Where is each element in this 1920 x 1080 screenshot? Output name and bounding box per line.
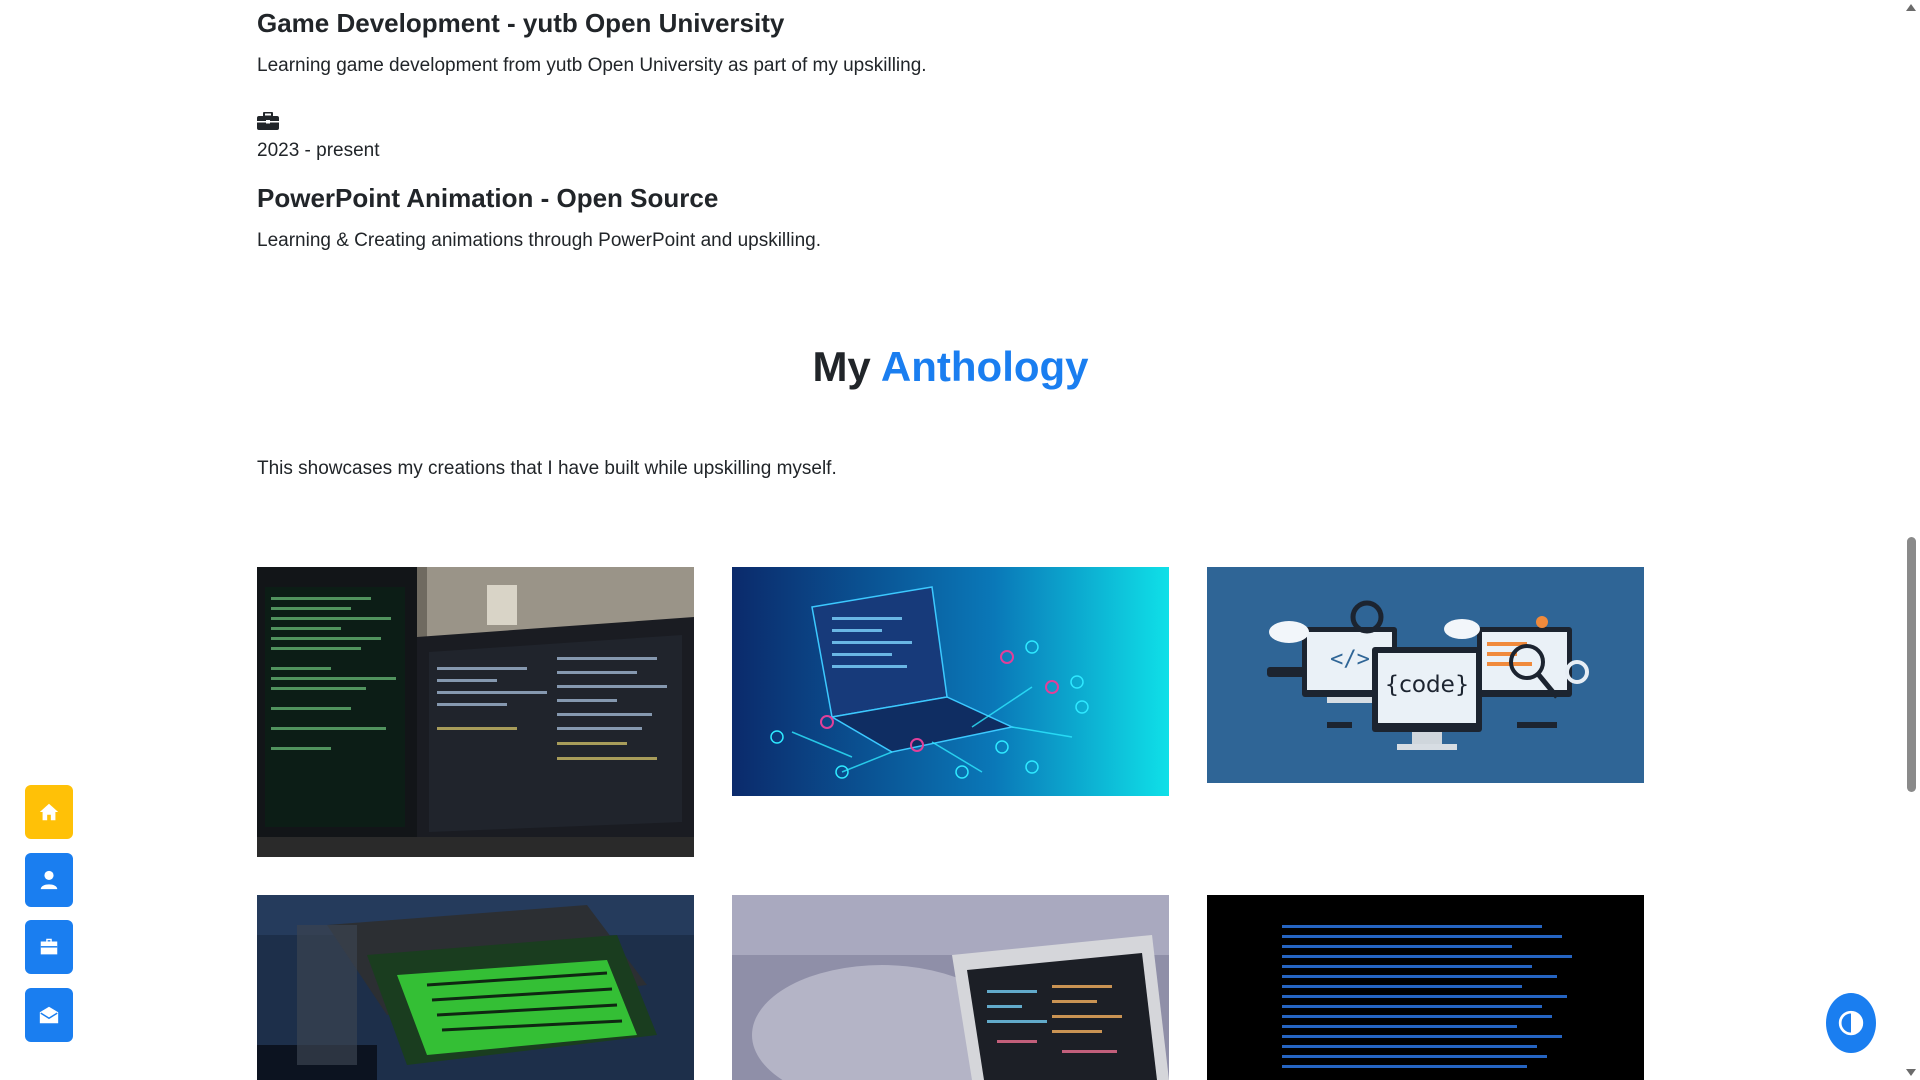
briefcase-icon (257, 112, 279, 130)
experience-description: Learning & Creating animations through P… (257, 230, 822, 251)
user-icon (40, 870, 58, 890)
gallery-image-gpu[interactable] (257, 895, 694, 1080)
tag-label: </> (1330, 647, 1370, 672)
gallery-image-laptop-sofa[interactable] (732, 895, 1169, 1080)
contact-button[interactable] (25, 988, 73, 1042)
gallery-image-art (732, 567, 1169, 796)
gallery-image-laptop-network[interactable] (732, 567, 1169, 796)
contrast-icon (1838, 1010, 1864, 1036)
briefcase-icon (40, 938, 58, 955)
section-title: My Anthology (257, 343, 1644, 391)
section-title-prefix: My (812, 343, 871, 390)
section-intro: This showcases my creations that I have … (257, 458, 837, 479)
gallery-image-art (1207, 895, 1644, 1080)
envelope-icon (39, 1006, 59, 1024)
gallery-image-art (732, 895, 1169, 1080)
scroll-up-arrow-icon[interactable] (1906, 4, 1916, 11)
home-icon (39, 803, 59, 821)
gallery-image-monitors[interactable] (257, 567, 694, 857)
scroll-down-arrow-icon[interactable] (1906, 1069, 1916, 1076)
page: Game Development - yutb Open University … (0, 0, 1920, 1080)
section-title-accent: Anthology (880, 343, 1089, 390)
experience-button[interactable] (25, 920, 73, 974)
gallery-image-art (257, 895, 694, 1080)
experience-title: PowerPoint Animation - Open Source (257, 183, 719, 213)
scrollbar[interactable] (1902, 0, 1920, 1080)
code-label: {code} (1384, 672, 1470, 698)
theme-toggle-button[interactable] (1826, 993, 1876, 1053)
experience-title: Game Development - yutb Open University (257, 8, 785, 38)
about-button[interactable] (25, 853, 73, 907)
home-button[interactable] (25, 785, 73, 839)
scrollbar-thumb[interactable] (1907, 537, 1916, 792)
gallery-image-art (257, 567, 694, 857)
experience-description: Learning game development from yutb Open… (257, 55, 927, 76)
experience-date: 2023 - present (257, 140, 380, 161)
gallery-image-code-screen[interactable] (1207, 895, 1644, 1080)
gallery-image-code-illustration[interactable]: </> {code} (1207, 567, 1644, 783)
